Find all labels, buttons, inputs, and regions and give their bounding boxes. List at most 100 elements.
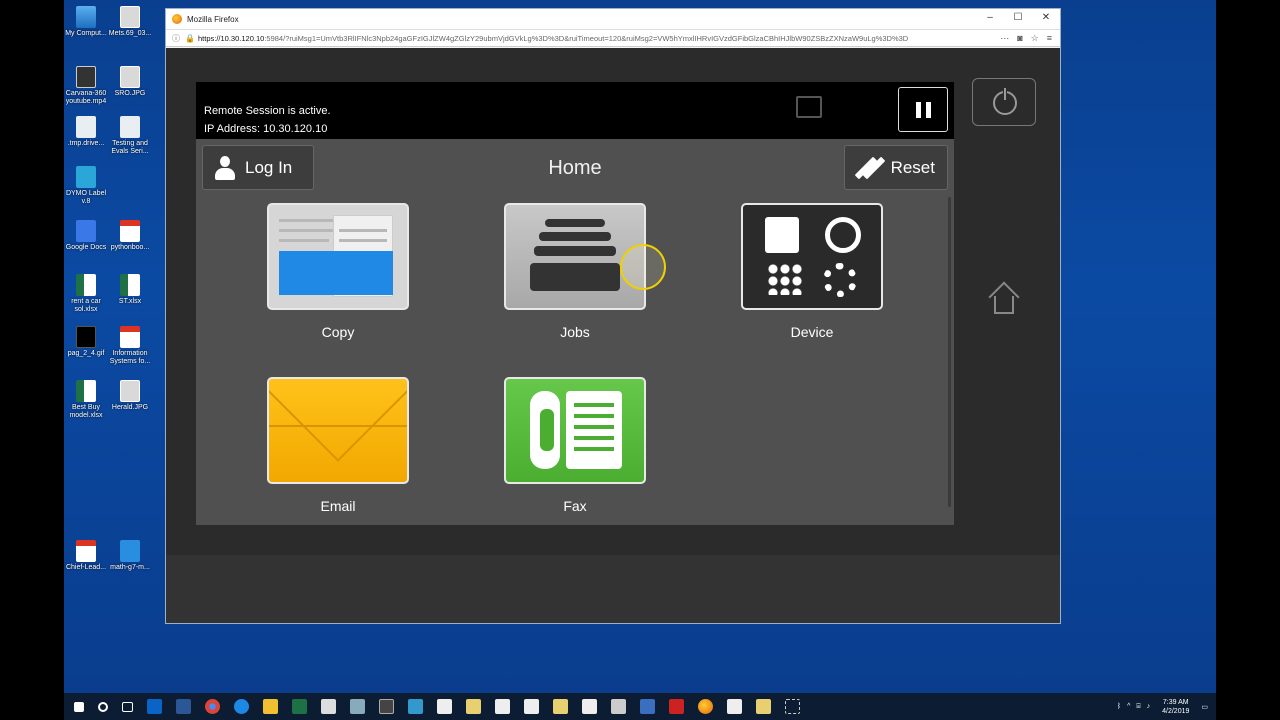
bluetooth-icon[interactable]: ᛒ [1117,703,1121,710]
pdf-file-icon [120,326,140,348]
desktop-icon-best-buy[interactable]: Best Buy model.xlsx [64,380,108,420]
reset-button[interactable]: Reset [844,145,948,190]
notifications-icon[interactable]: ▭ [1201,703,1208,711]
edge-icon[interactable] [234,699,249,714]
desktop: My Comput... Mets.69_03... Carvana-360 y… [64,0,1216,720]
image-file-icon [120,380,140,402]
pocket-icon[interactable]: ◙ [1017,33,1022,44]
notepad-icon[interactable] [727,699,742,714]
device-icon [741,203,883,310]
snipping-tool-icon[interactable] [785,699,800,714]
bookmark-star-icon[interactable]: ☆ [1031,33,1039,44]
desktop-icon-google-docs[interactable]: Google Docs [64,220,108,252]
desktop-icon-testing-evals[interactable]: Testing and Evals Seri... [108,116,152,156]
desktop-icon-mets[interactable]: Mets.69_03... [108,6,152,38]
taskbar: ᛒ ^ ⌸ ♪ 7:39 AM 4/2/2019 ▭ [64,693,1216,720]
app-tile-email[interactable]: Email [267,377,409,514]
mouse-cursor-highlight [620,244,666,290]
show-hidden-icons-icon[interactable]: ^ [1127,703,1130,710]
pdf-file-icon [120,220,140,242]
start-windows-icon[interactable] [74,701,84,712]
power-button[interactable] [972,78,1036,126]
file-explorer-icon[interactable] [263,699,278,714]
document-icon[interactable] [611,699,626,714]
maximize-button[interactable]: ☐ [1004,9,1032,27]
system-clock[interactable]: 7:39 AM 4/2/2019 [1162,698,1189,716]
app-label-device: Device [790,324,834,340]
chrome-icon[interactable] [205,699,220,714]
close-button[interactable]: ✕ [1032,9,1060,27]
desktop-icon-pythonbook[interactable]: pythonboo... [108,220,152,252]
remote-session-bar: Remote Session is active. IP Address: 10… [196,82,954,139]
desktop-icon-information-systems[interactable]: Information Systems fo... [108,326,152,366]
notepad-icon[interactable] [524,699,539,714]
network-icon[interactable] [640,699,655,714]
device-home-panel: Log In Home Reset Copy Jobs Device Email… [196,139,954,525]
computer-icon [76,6,96,28]
ip-address-text: IP Address: 10.30.120.10 [204,123,328,135]
notepad-icon[interactable] [437,699,452,714]
google-docs-icon [76,220,96,242]
desktop-icon-chief-lead[interactable]: Chief-Lead... [64,540,108,572]
image-file-icon [120,66,140,88]
desktop-icon-carvana[interactable]: Carvana-360 youtube.mp4 [64,66,108,106]
network-status-icon[interactable]: ⌸ [1136,703,1140,711]
desktop-icon-dymo[interactable]: DYMO Label v.8 [64,166,108,206]
desktop-icon-sro[interactable]: SRO.JPG [108,66,152,98]
page-title: Home [548,157,602,179]
terminal-icon[interactable] [379,699,394,714]
app-label-fax: Fax [563,498,587,514]
info-icon[interactable]: ⓘ [172,34,181,43]
remote-status-text: Remote Session is active. [204,105,331,117]
desktop-icon-rent-a-car[interactable]: rent a car sol.xlsx [64,274,108,314]
notepad-icon[interactable] [582,699,597,714]
fax-icon [504,377,646,484]
word-icon[interactable] [176,699,191,714]
outlook-icon[interactable] [147,699,162,714]
desktop-icon-st-xlsx[interactable]: ST.xlsx [108,274,152,306]
home-button[interactable] [972,276,1036,336]
image-file-icon [120,6,140,28]
desktop-icon-my-computer[interactable]: My Comput... [64,6,108,38]
excel-file-icon [76,274,96,296]
app-label-email: Email [320,498,356,514]
excel-icon[interactable] [292,699,307,714]
email-envelope-icon [267,377,409,484]
app-label-copy: Copy [321,324,355,340]
task-view-icon[interactable] [122,701,133,712]
app-icon[interactable] [350,699,365,714]
desktop-icon-tmp-drive[interactable]: .tmp.drive... [64,116,108,148]
page-actions-icon[interactable]: ⋯ [1000,33,1009,44]
volume-icon[interactable]: ♪ [1147,703,1151,710]
app-tile-fax[interactable]: Fax [504,377,646,514]
desktop-icon-herald[interactable]: Herald.JPG [108,380,152,412]
firefox-window: Mozilla Firefox – ☐ ✕ ⓘ 🔒 https://10.30.… [165,8,1061,624]
acrobat-icon[interactable] [669,699,684,714]
excel-file-icon [76,380,96,402]
url-bar[interactable]: ⓘ 🔒 https://10.30.120.10:5984/?ruiMsg1=U… [166,29,1060,47]
panel-scrollbar[interactable] [948,197,951,507]
letterbox-left [0,0,64,720]
app-tile-device[interactable]: Device [741,203,883,340]
sticky-notes-icon[interactable] [553,699,568,714]
lock-icon[interactable]: 🔒 [185,34,195,43]
window-titlebar: Mozilla Firefox – ☐ ✕ [166,9,1060,29]
pause-button[interactable] [898,87,948,132]
pdf-file-icon [76,540,96,562]
desktop-icon-pag-gif[interactable]: pag_2_4.gif [64,326,108,358]
system-tray: ᛒ ^ ⌸ ♪ 7:39 AM 4/2/2019 ▭ [1117,693,1208,720]
firefox-icon[interactable] [698,699,713,714]
sticky-notes-icon[interactable] [756,699,771,714]
photos-icon[interactable] [321,699,336,714]
menu-icon[interactable]: ≡ [1047,33,1052,44]
sticky-notes-icon[interactable] [466,699,481,714]
desktop-icon-math-g7[interactable]: math-g7-m... [108,540,152,572]
notepad-icon[interactable] [495,699,510,714]
internet-explorer-icon [120,540,140,562]
video-file-icon [76,66,96,88]
search-icon[interactable] [98,701,108,712]
app-tile-copy[interactable]: Copy [267,203,409,340]
remote-desktop-icon[interactable] [408,699,423,714]
window-title: Mozilla Firefox [187,14,239,24]
minimize-button[interactable]: – [976,9,1004,27]
